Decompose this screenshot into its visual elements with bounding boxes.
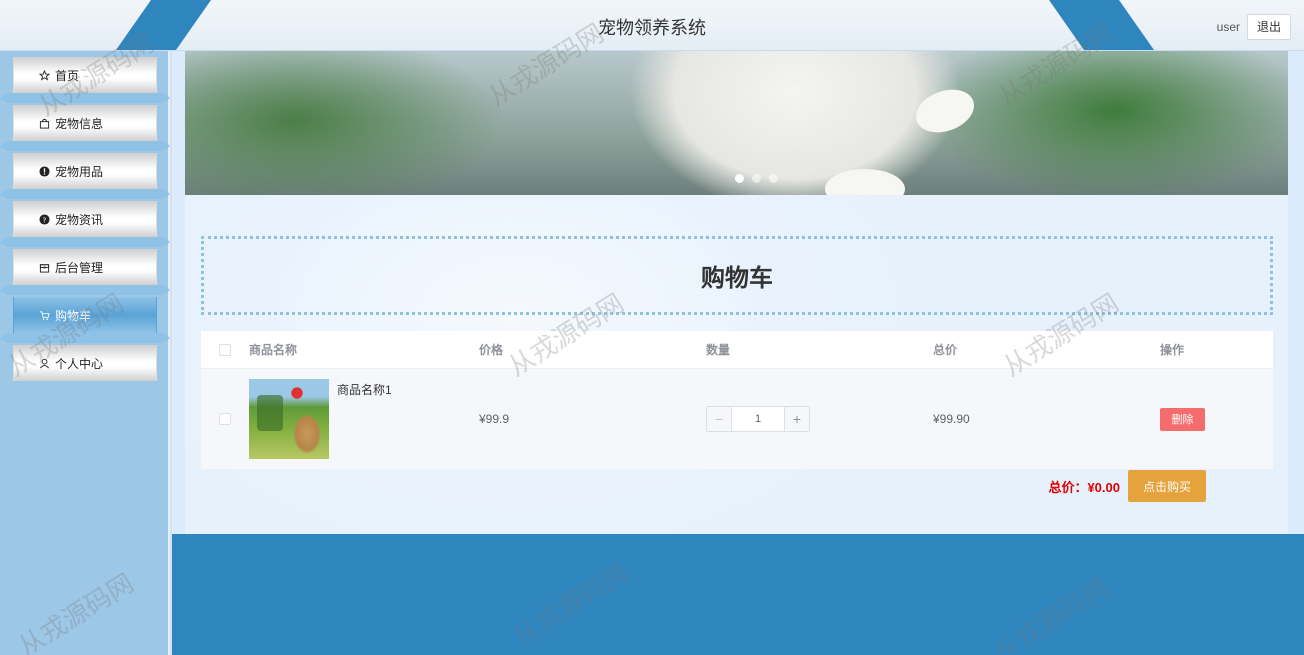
question-circle-icon: ? [38,213,50,225]
sidebar: 首页 宠物信息 宠物用品 ? 宠物资讯 后台管理 购物车 个人中心 [0,51,170,655]
column-header-name: 商品名称 [249,343,298,357]
sidebar-item-home[interactable]: 首页 [0,53,170,97]
bag-icon [38,117,50,129]
sidebar-item-label: 首页 [55,68,80,83]
username-label: user [1216,20,1240,34]
buy-button[interactable]: 点击购买 [1128,470,1206,502]
alert-circle-icon [38,165,50,177]
svg-text:?: ? [42,215,46,224]
total-price-label: 总价：¥0.00 [1048,479,1120,495]
sidebar-item-profile[interactable]: 个人中心 [0,341,170,385]
sidebar-item-pet-news[interactable]: ? 宠物资讯 [0,197,170,241]
row-checkbox[interactable] [219,413,231,425]
select-all-checkbox[interactable] [219,343,231,356]
carousel-dot[interactable] [769,174,778,183]
carousel-indicators [185,174,1288,183]
column-header-total: 总价 [933,343,958,357]
banner-carousel[interactable] [185,51,1288,195]
sidebar-item-pet-info[interactable]: 宠物信息 [0,101,170,145]
delete-button[interactable]: 删除 [1160,407,1205,431]
star-icon [38,69,50,81]
main-area: 购物车 商品名称 价格 数量 总价 操作 商品名称1 ¥99.9 − 1 + ¥… [172,51,1304,534]
top-header: 宠物领养系统 user 退出 [0,0,1304,51]
cart-section: 购物车 商品名称 价格 数量 总价 操作 商品名称1 ¥99.9 − 1 + ¥… [185,195,1288,534]
table-header: 商品名称 价格 数量 总价 操作 [201,331,1273,369]
carousel-dot[interactable] [735,174,744,183]
logout-button[interactable]: 退出 [1247,14,1291,40]
carousel-dot[interactable] [752,174,761,183]
column-header-actions: 操作 [1160,343,1185,357]
cart-summary: 总价：¥0.00 点击购买 [1048,470,1206,502]
quantity-stepper: − + [706,406,810,432]
column-header-quantity: 数量 [706,343,731,357]
banner-image [909,81,981,141]
sidebar-item-label: 宠物资讯 [55,212,104,227]
sidebar-item-label: 宠物信息 [55,116,104,131]
quantity-input[interactable] [731,407,785,431]
user-icon [38,357,50,369]
decrease-button[interactable]: − [707,407,731,431]
cart-title: 购物车 [201,236,1273,315]
box-icon [38,261,50,273]
increase-button[interactable]: + [785,407,809,431]
sidebar-item-label: 购物车 [55,308,92,323]
sidebar-item-label: 后台管理 [55,260,104,275]
sidebar-item-pet-supplies[interactable]: 宠物用品 [0,149,170,193]
sidebar-item-cart[interactable]: 购物车 [0,293,170,337]
product-name[interactable]: 商品名称1 [337,379,392,398]
cart-icon [38,309,50,321]
product-image[interactable] [249,379,329,459]
product-price: ¥99.9 [479,412,510,426]
table-row: 商品名称1 ¥99.9 − + ¥99.90 删除 [201,369,1273,469]
sidebar-item-label: 宠物用品 [55,164,104,179]
column-header-price: 价格 [479,343,504,357]
sidebar-item-admin[interactable]: 后台管理 [0,245,170,289]
sidebar-item-label: 个人中心 [55,356,104,371]
site-title: 宠物领养系统 [598,18,706,38]
row-total: ¥99.90 [933,412,970,426]
footer [172,534,1304,655]
cart-table: 商品名称 价格 数量 总价 操作 商品名称1 ¥99.9 − 1 + ¥99.9… [201,331,1273,469]
